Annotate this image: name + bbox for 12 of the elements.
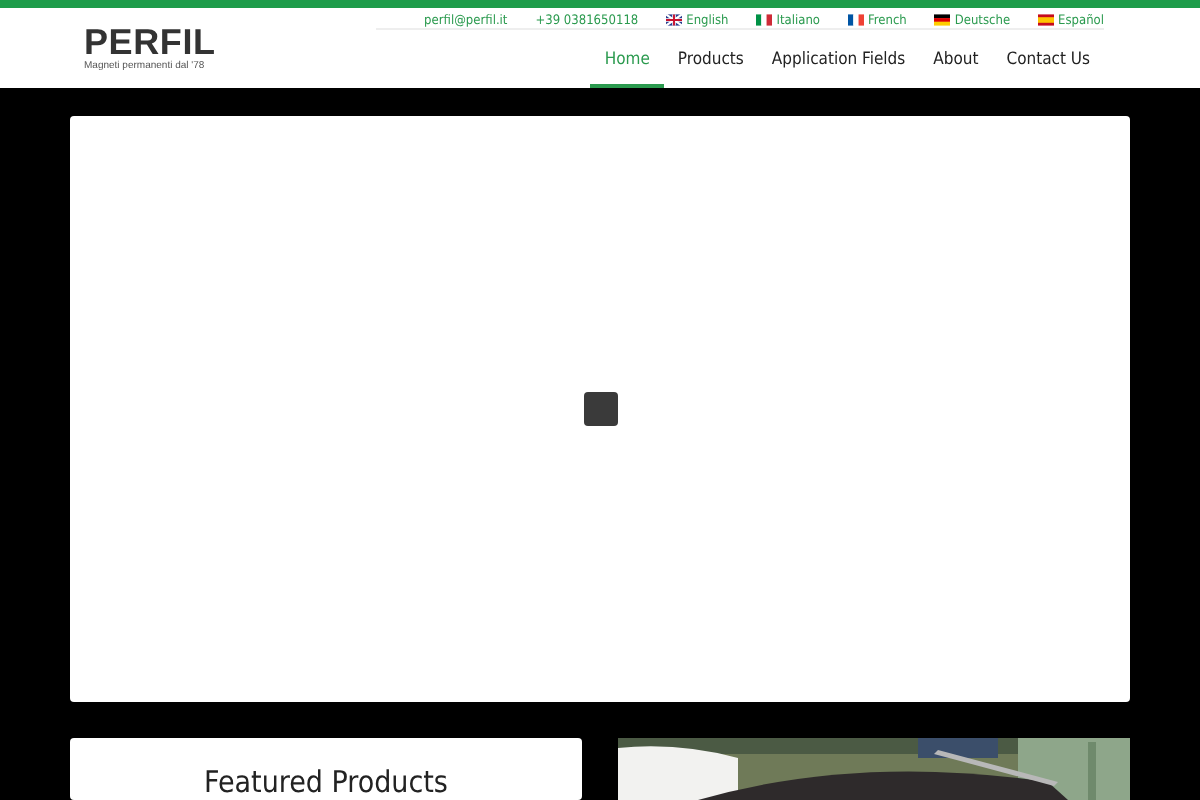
nav-item[interactable]: Products	[663, 38, 758, 88]
nav-item[interactable]: Home	[590, 38, 664, 88]
flag-icon	[666, 13, 683, 25]
nav-item[interactable]: Application Fields	[757, 38, 920, 88]
nav-item[interactable]: About	[919, 38, 993, 88]
flag-icon	[847, 13, 864, 25]
nav-item[interactable]: Contact Us	[992, 38, 1104, 88]
section-heading: Featured Products	[204, 766, 448, 800]
logo-text[interactable]: PERFIL	[84, 24, 216, 60]
flag-icon	[1038, 13, 1055, 25]
flag-icon	[756, 13, 773, 25]
flag-icon	[934, 13, 951, 25]
